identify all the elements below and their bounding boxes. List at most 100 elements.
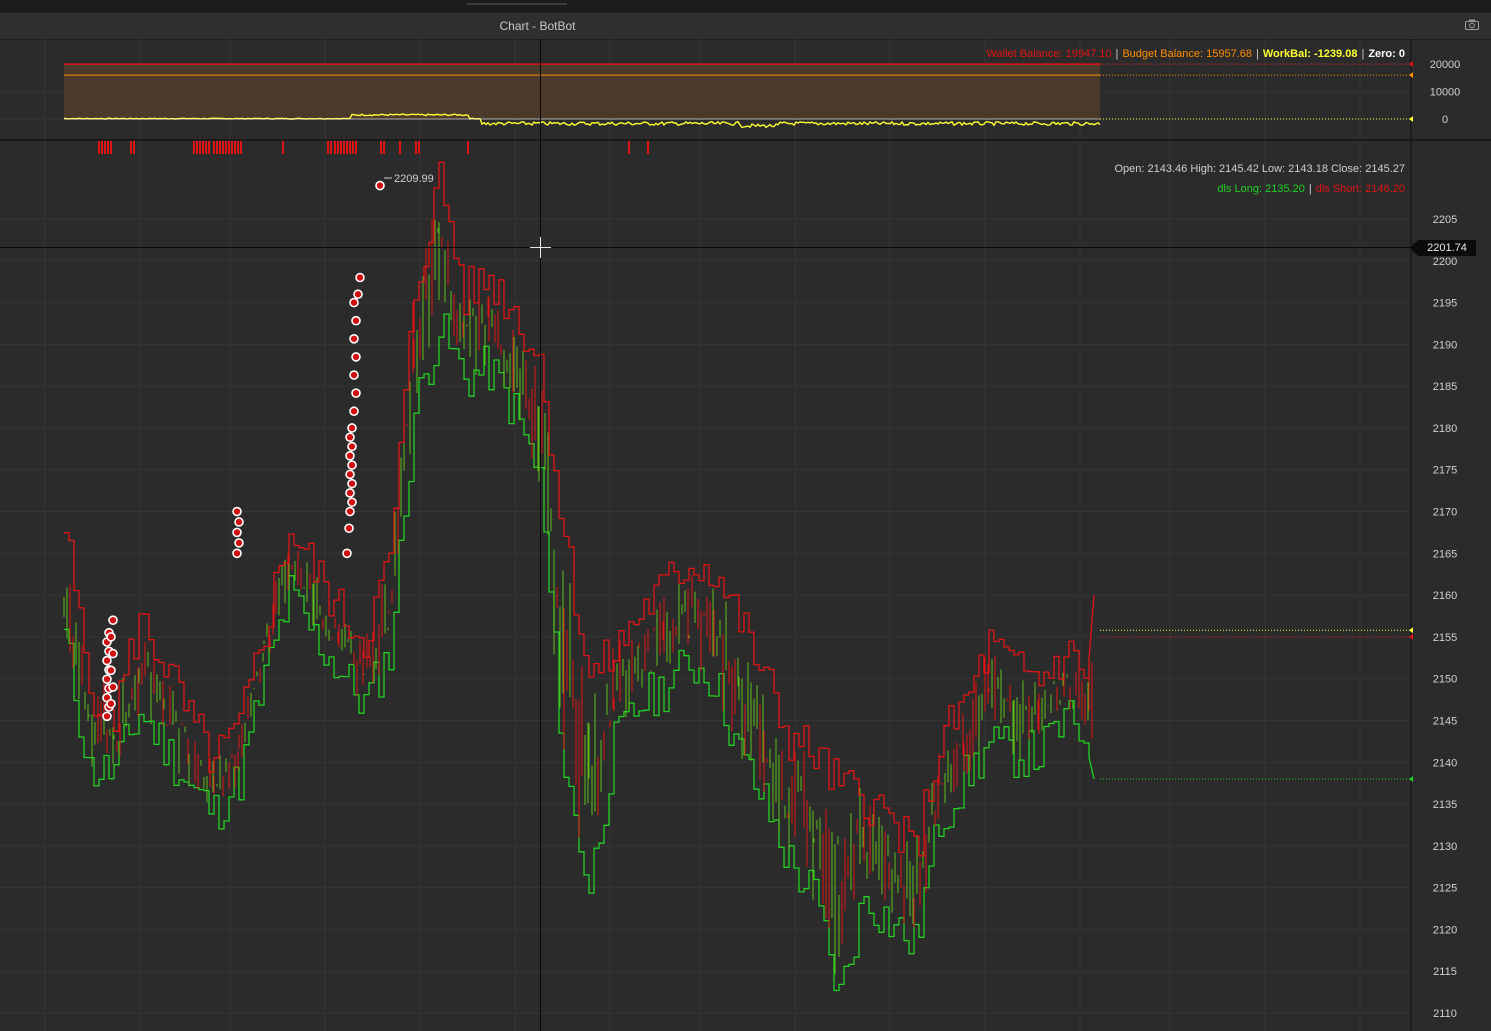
axis-tick-label: 2155 xyxy=(1433,632,1457,644)
signal-bar xyxy=(418,141,420,154)
signal-bar xyxy=(225,141,227,154)
trade-marker xyxy=(347,460,357,470)
signal-bar xyxy=(199,141,201,154)
axis-tick-label: 2180 xyxy=(1433,423,1457,435)
trade-marker xyxy=(351,315,361,326)
axis-tick-label: 2110 xyxy=(1433,1008,1457,1020)
crosshair-vertical xyxy=(540,39,541,1031)
wallet-balance-label: Wallet Balance: 19947.10 xyxy=(986,48,1112,60)
trade-marker xyxy=(353,289,363,300)
dls-short-label: dls Short: 2146.20 xyxy=(1315,183,1405,195)
price-pane: 2209.99 xyxy=(63,161,1411,992)
trade-marker xyxy=(106,632,116,642)
trade-marker xyxy=(347,423,357,433)
signal-bar xyxy=(349,141,351,154)
signal-bar xyxy=(352,141,354,154)
trade-marker xyxy=(102,674,112,684)
balance-legend: Wallet Balance: 19947.10 | Budget Balance:… xyxy=(987,48,1405,60)
trade-marker xyxy=(232,527,242,538)
axis-tick-label: 2185 xyxy=(1433,381,1457,393)
trade-marker xyxy=(355,272,365,283)
trade-marker xyxy=(234,538,244,548)
axis-tick-label: 2150 xyxy=(1433,674,1457,686)
signal-bar xyxy=(213,141,215,154)
drag-handle[interactable] xyxy=(467,3,567,5)
top-strip xyxy=(0,0,1491,13)
trade-marker xyxy=(345,488,355,498)
legend-separator: | xyxy=(1115,48,1119,60)
trade-marker xyxy=(102,711,112,722)
axis-tick-label: 2145 xyxy=(1433,715,1457,727)
window-title: Chart - BotBot xyxy=(499,19,576,33)
trade-marker xyxy=(347,441,357,452)
signal-bar xyxy=(399,141,401,154)
trade-marker xyxy=(234,517,244,527)
signal-bar xyxy=(216,141,218,154)
signal-bar xyxy=(240,141,242,154)
signal-bar xyxy=(355,141,357,154)
trade-marker xyxy=(232,548,242,559)
axis-tick-label: 0 xyxy=(1442,114,1448,126)
axis-tick-label: 2125 xyxy=(1433,883,1457,895)
signal-bar xyxy=(237,141,239,154)
signal-bar xyxy=(231,141,233,154)
balance-axis: 0 10000 20000 xyxy=(1430,59,1461,126)
trade-marker xyxy=(349,406,359,417)
high-annotation-label: 2209.99 xyxy=(394,173,434,185)
trade-marker xyxy=(106,665,116,676)
trade-marker xyxy=(344,523,354,534)
signal-bar xyxy=(337,141,339,154)
dls-legend: dls Long: 2135.20 | dls Short: 2146.20 xyxy=(1217,183,1405,195)
signal-bar xyxy=(196,141,198,154)
trade-marker xyxy=(345,469,355,480)
signal-bar xyxy=(628,141,630,154)
budget-balance-label: Budget Balance: 15957.68 xyxy=(1122,48,1253,60)
trade-marker xyxy=(102,655,112,666)
axis-tick-label: 10000 xyxy=(1430,87,1461,99)
dls-long-label: dls Long: 2135.20 xyxy=(1217,183,1305,195)
trade-marker xyxy=(347,497,357,508)
trade-marker xyxy=(232,506,242,517)
signal-bar xyxy=(133,141,135,154)
camera-icon[interactable] xyxy=(1465,19,1479,30)
trade-marker xyxy=(345,451,355,461)
trade-marker xyxy=(349,297,359,308)
legend-separator: | xyxy=(1256,48,1259,60)
signal-bar xyxy=(467,141,469,154)
legend-separator: | xyxy=(1308,183,1312,195)
legend-separator: | xyxy=(1361,48,1365,60)
signal-bar xyxy=(193,141,195,154)
signal-bar xyxy=(346,141,348,154)
signal-bar xyxy=(104,141,106,154)
cursor-crosshair-icon xyxy=(530,237,551,258)
axis-tick-label: 2175 xyxy=(1433,465,1457,477)
axis-tick-label: 2205 xyxy=(1433,214,1457,226)
signal-bar xyxy=(107,141,109,154)
signal-bar xyxy=(222,141,224,154)
trade-marker xyxy=(108,648,118,659)
signal-bars xyxy=(98,141,649,154)
trade-marker xyxy=(106,698,116,709)
signal-bar xyxy=(205,141,207,154)
trade-marker xyxy=(108,615,118,625)
axis-tick-label: 2115 xyxy=(1433,966,1457,978)
signal-bar xyxy=(383,141,385,154)
signal-bar xyxy=(98,141,100,154)
signal-bar xyxy=(130,141,132,154)
axis-tick-label: 2200 xyxy=(1433,256,1457,268)
price-axis: 2110 2115 2120 2125 2130 2135 2140 2145 2150 2155… xyxy=(1409,61,1457,1020)
signal-bar xyxy=(340,141,342,154)
ohlc-legend: Open: 2143.46 High: 2145.42 Low: 2143.18… xyxy=(1114,163,1405,175)
axis-tick-label: 2190 xyxy=(1433,339,1457,351)
trade-marker xyxy=(345,432,355,443)
signal-bar xyxy=(330,141,332,154)
trade-marker xyxy=(347,478,357,489)
axis-tick-label: 2195 xyxy=(1433,298,1457,310)
balance-fill-area xyxy=(64,64,1100,119)
trade-marker xyxy=(349,333,359,344)
signal-bar xyxy=(327,141,329,154)
trade-marker xyxy=(342,548,352,559)
axis-tick-label: 2130 xyxy=(1433,841,1457,853)
zero-label: Zero: 0 xyxy=(1368,48,1405,60)
signal-bar xyxy=(110,141,112,154)
